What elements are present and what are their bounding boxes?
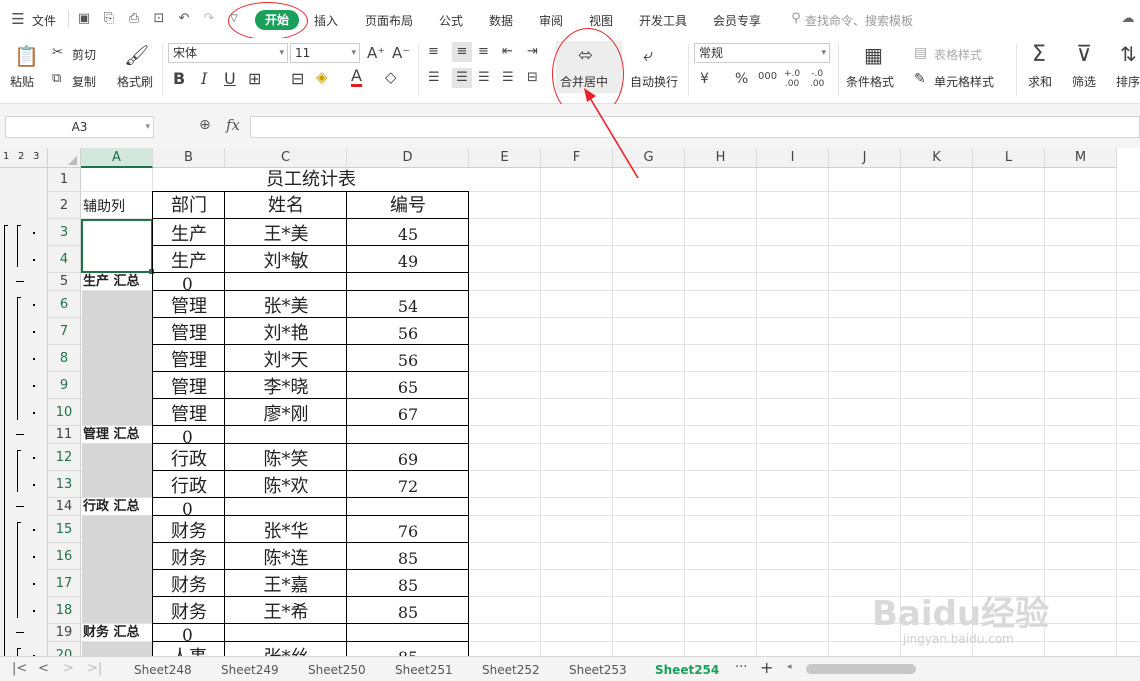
sheet-tab[interactable]: Sheet248 — [134, 663, 192, 677]
last-sheet-icon[interactable]: >| — [87, 661, 102, 676]
sheet-tab[interactable]: Sheet252 — [482, 663, 540, 677]
prev-sheet-icon[interactable]: < — [38, 661, 49, 676]
sheet-tab[interactable]: Sheet249 — [221, 663, 279, 677]
next-sheet-icon[interactable]: > — [63, 661, 74, 676]
scroll-left-icon[interactable]: ◂ — [787, 662, 792, 672]
sheet-tab[interactable]: Sheet254 — [655, 663, 719, 677]
add-sheet-icon[interactable]: + — [760, 658, 773, 677]
more-sheets-button[interactable]: ··· — [735, 660, 747, 675]
sheet-tab[interactable]: Sheet250 — [308, 663, 366, 677]
horizontal-scrollbar[interactable] — [806, 664, 916, 674]
sheet-tab-bar: |< < > >| Sheet248 Sheet249 Sheet250 Sheet2… — [0, 656, 1140, 681]
sheet-tab[interactable]: Sheet253 — [569, 663, 627, 677]
sheet-tab[interactable]: Sheet251 — [395, 663, 453, 677]
first-sheet-icon[interactable]: |< — [12, 661, 27, 676]
annotation-arrow — [584, 88, 639, 179]
